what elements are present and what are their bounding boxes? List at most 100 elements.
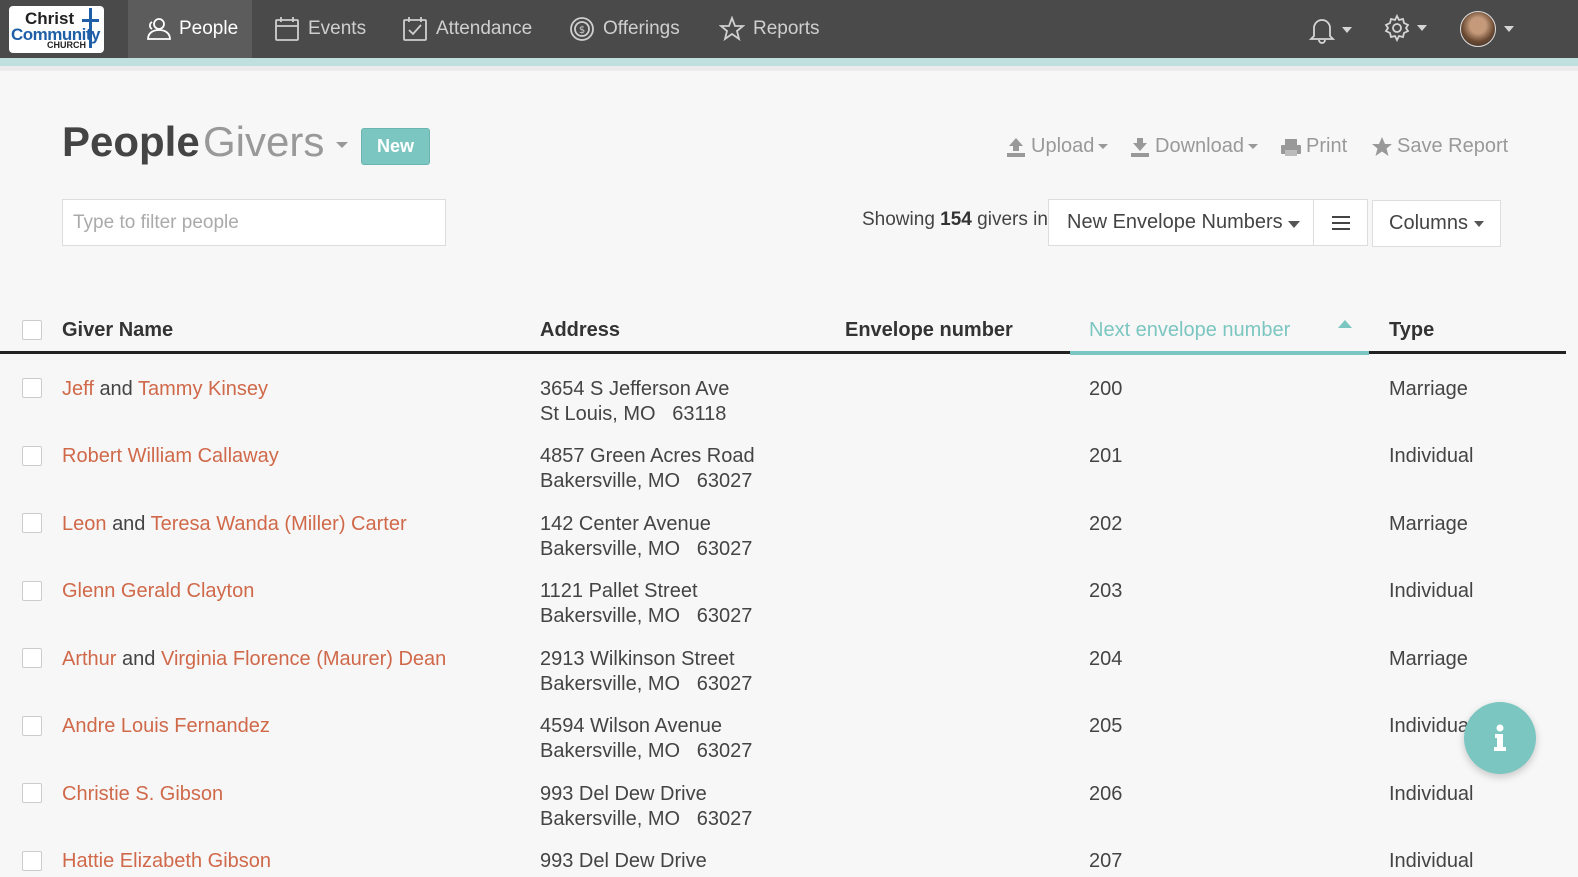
- next-envelope-cell: 205: [1089, 715, 1123, 737]
- giver-link[interactable]: Arthur: [62, 648, 116, 670]
- address-line-2: Bakersville, MO 63027: [540, 605, 753, 627]
- type-cell: Marriage: [1389, 513, 1468, 535]
- next-envelope-cell: 202: [1089, 513, 1123, 535]
- giver-link[interactable]: Christie S. Gibson: [62, 783, 223, 805]
- chevron-down-icon: [1342, 27, 1352, 33]
- svg-text:$: $: [579, 25, 585, 36]
- giver-link[interactable]: Jeff: [62, 378, 94, 400]
- gear-icon: [1384, 14, 1410, 42]
- save-report-label: Save Report: [1397, 135, 1509, 157]
- download-label: Download: [1155, 135, 1244, 157]
- nav-reports[interactable]: Reports: [719, 0, 820, 58]
- address-line-2: Bakersville, MO 63027: [540, 808, 753, 830]
- print-label: Print: [1306, 135, 1348, 157]
- new-person-button[interactable]: New: [361, 128, 430, 165]
- settings-menu[interactable]: [1383, 14, 1427, 42]
- address-line-1: 1121 Pallet Street: [540, 580, 698, 602]
- checkbox-calendar-icon: [403, 17, 427, 41]
- giver-link[interactable]: Andre Louis Fernandez: [62, 715, 270, 737]
- view-options-button[interactable]: [1314, 199, 1368, 246]
- upload-button[interactable]: Upload: [1005, 135, 1109, 158]
- address-line-1: 3654 S Jefferson Ave: [540, 378, 730, 400]
- address-cell: 3654 S Jefferson Ave St Louis, MO 63118: [540, 377, 729, 427]
- select-all-checkbox[interactable]: [22, 320, 42, 340]
- nav-offerings[interactable]: $ Offerings: [569, 0, 680, 58]
- giver-name-cell: Andre Louis Fernandez: [62, 714, 270, 739]
- address-line-2: Bakersville, MO 63027: [540, 538, 753, 560]
- dollar-coin-icon: $: [570, 17, 594, 41]
- nav-people-label: People: [179, 18, 239, 39]
- chevron-down-icon: [1098, 144, 1109, 149]
- columns-button[interactable]: Columns: [1372, 200, 1501, 247]
- bell-icon: [1308, 19, 1336, 44]
- giver-link[interactable]: Virginia Florence (Maurer) Dean: [161, 648, 446, 670]
- row-checkbox[interactable]: [22, 581, 42, 601]
- save-report-button[interactable]: Save Report: [1371, 135, 1508, 158]
- row-checkbox[interactable]: [22, 783, 42, 803]
- name-joiner: and: [122, 648, 156, 670]
- chevron-down-icon: [336, 141, 349, 148]
- address-cell: 4857 Green Acres Road Bakersville, MO 630…: [540, 444, 755, 494]
- address-cell: 1121 Pallet Street Bakersville, MO 63027: [540, 579, 752, 629]
- address-cell: 2913 Wilkinson Street Bakersville, MO 630…: [540, 647, 752, 697]
- sorted-column-indicator: [1070, 351, 1369, 355]
- row-checkbox[interactable]: [22, 648, 42, 668]
- address-line-1: 993 Del Dew Drive: [540, 783, 707, 805]
- row-checkbox[interactable]: [22, 446, 42, 466]
- giver-link[interactable]: Glenn Gerald Clayton: [62, 580, 254, 602]
- address-line-1: 993 Del Dew Drive: [540, 850, 707, 872]
- logo-line-3: CHURCH: [47, 40, 86, 50]
- address-line-1: 4594 Wilson Avenue: [540, 715, 722, 737]
- navbar-shadow-strip: [0, 66, 1578, 71]
- type-cell: Individual: [1389, 783, 1474, 805]
- giver-name-cell: Robert William Callaway: [62, 444, 279, 469]
- upload-icon: [1007, 137, 1025, 157]
- giver-name-cell: Jeff and Tammy Kinsey: [62, 377, 268, 402]
- type-cell: Individual: [1389, 715, 1474, 737]
- column-header-next-envelope-number[interactable]: Next envelope number: [1089, 319, 1290, 342]
- chevron-down-icon: [1473, 220, 1484, 227]
- column-header-address[interactable]: Address: [540, 319, 620, 342]
- column-header-giver-name[interactable]: Giver Name: [62, 319, 173, 342]
- report-view-select[interactable]: New Envelope Numbers: [1048, 199, 1314, 246]
- address-cell: 142 Center Avenue Bakersville, MO 63027: [540, 512, 752, 562]
- info-icon: [1494, 724, 1506, 751]
- nav-events[interactable]: Events: [274, 0, 366, 58]
- download-button[interactable]: Download: [1129, 135, 1258, 158]
- user-menu[interactable]: [1460, 11, 1514, 47]
- giver-link[interactable]: Hattie Elizabeth Gibson: [62, 850, 271, 872]
- row-checkbox[interactable]: [22, 378, 42, 398]
- church-logo[interactable]: Christ Community CHURCH: [9, 6, 104, 53]
- type-cell: Individual: [1389, 850, 1474, 872]
- column-header-envelope-number[interactable]: Envelope number: [845, 319, 1013, 342]
- giver-link[interactable]: Teresa Wanda (Miller) Carter: [151, 513, 407, 535]
- nav-attendance[interactable]: Attendance: [402, 0, 532, 58]
- nav-people[interactable]: People: [128, 0, 252, 66]
- summary-prefix: Showing: [862, 209, 935, 230]
- people-view-selector[interactable]: Givers: [203, 118, 349, 166]
- results-summary: Showing 154 givers in: [862, 209, 1048, 231]
- chevron-down-icon: [1417, 25, 1427, 31]
- next-envelope-cell: 206: [1089, 783, 1123, 805]
- filter-people-input[interactable]: [62, 199, 446, 246]
- star-icon: [719, 16, 745, 42]
- name-joiner: and: [99, 378, 133, 400]
- row-checkbox[interactable]: [22, 513, 42, 533]
- row-checkbox[interactable]: [22, 716, 42, 736]
- chevron-down-icon: [1504, 26, 1514, 32]
- star-icon: [1372, 136, 1392, 156]
- name-joiner: and: [112, 513, 146, 535]
- column-header-type[interactable]: Type: [1389, 319, 1434, 342]
- next-envelope-cell: 204: [1089, 648, 1123, 670]
- giver-link[interactable]: Tammy Kinsey: [138, 378, 268, 400]
- print-button[interactable]: Print: [1280, 135, 1347, 158]
- giver-link[interactable]: Leon: [62, 513, 107, 535]
- giver-name-cell: Christie S. Gibson: [62, 782, 223, 807]
- row-checkbox[interactable]: [22, 851, 42, 871]
- address-cell: 4594 Wilson Avenue Bakersville, MO 63027: [540, 714, 752, 764]
- giver-link[interactable]: Robert William Callaway: [62, 445, 279, 467]
- notifications-menu[interactable]: [1308, 16, 1352, 44]
- help-info-button[interactable]: [1464, 702, 1536, 774]
- top-navbar: Christ Community CHURCH People Events At…: [0, 0, 1578, 66]
- hamburger-icon: [1331, 215, 1350, 230]
